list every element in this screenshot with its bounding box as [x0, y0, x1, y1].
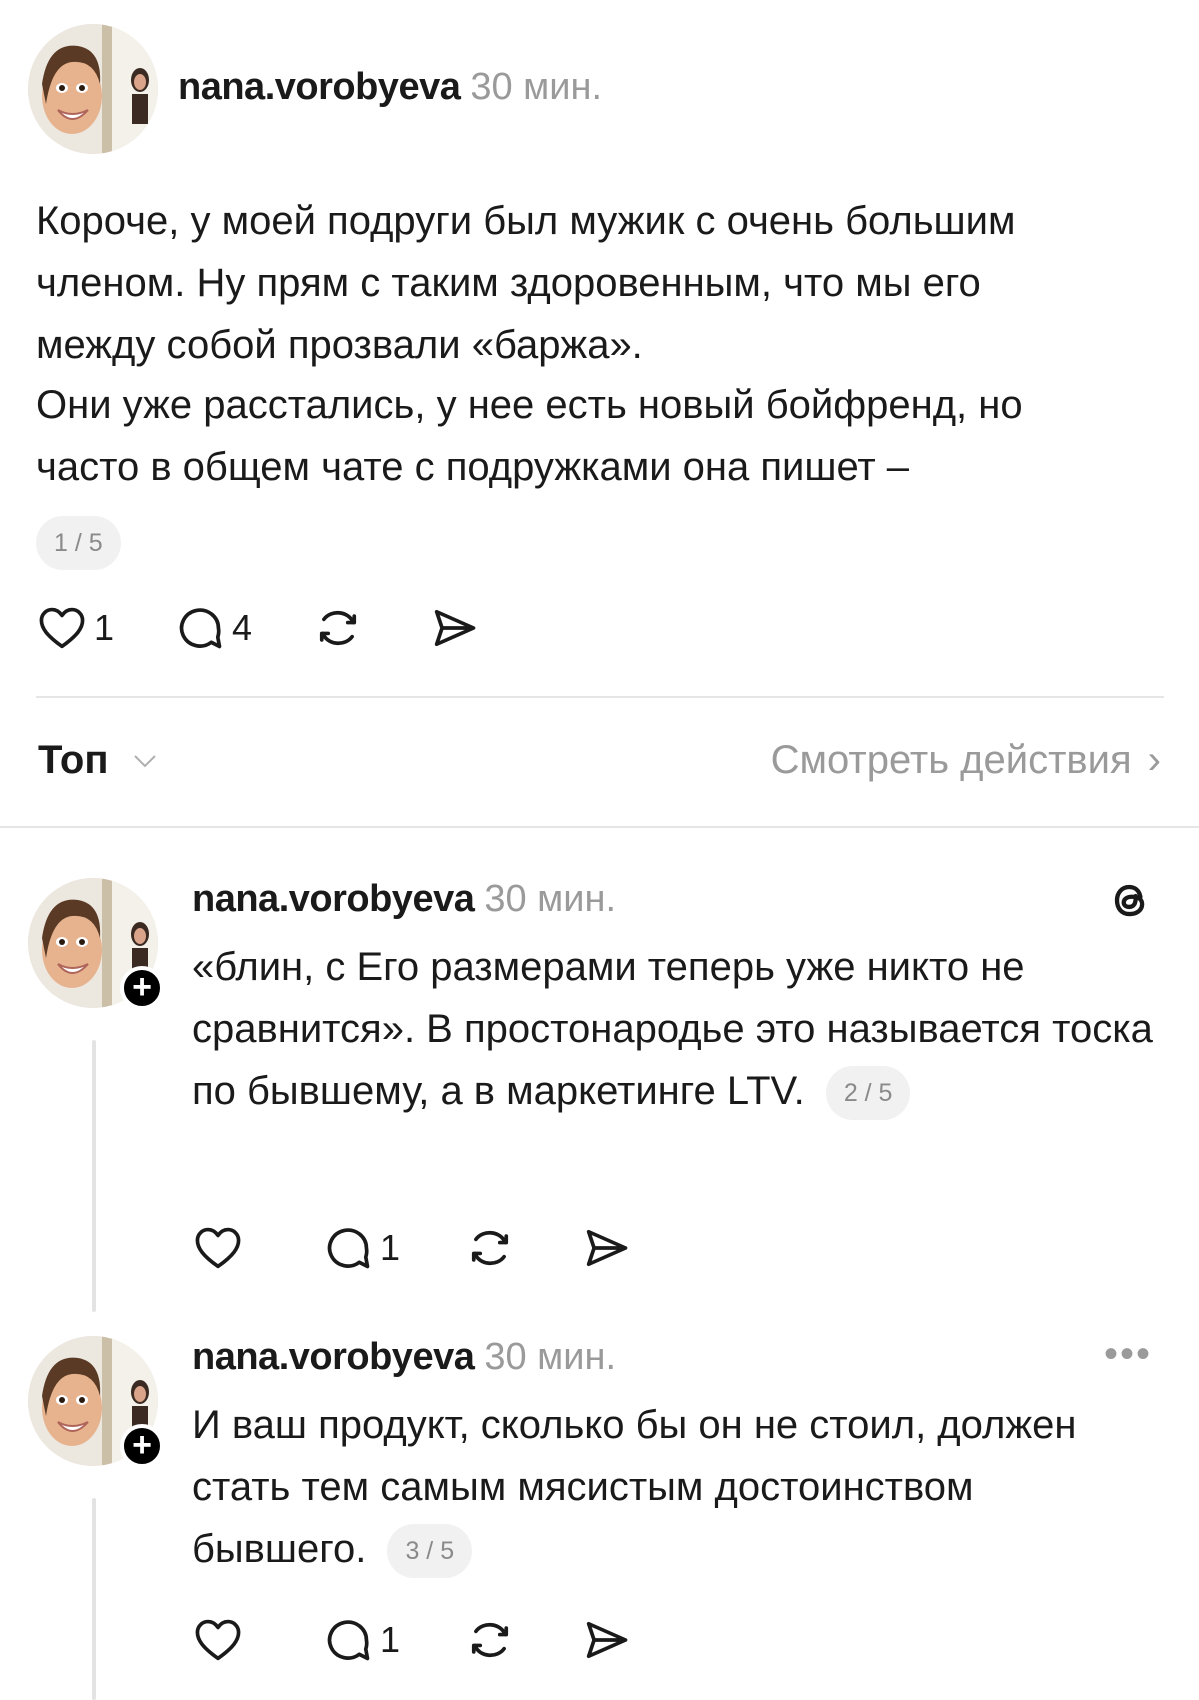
comment-count: 4	[232, 607, 253, 648]
avatar-photo	[28, 24, 158, 154]
reply-text: И ваш продукт, сколько бы он не стоил, д…	[192, 1403, 1077, 1571]
share-button[interactable]	[580, 1614, 632, 1666]
thread-counter-badge: 2 / 5	[825, 1066, 911, 1121]
heart-icon	[39, 607, 85, 649]
divider	[36, 696, 1164, 698]
chevron-down-icon[interactable]	[130, 746, 160, 776]
thread-line	[92, 1498, 96, 1700]
heart-icon	[195, 1619, 241, 1661]
repost-button[interactable]	[312, 602, 364, 654]
reply-header: nana.vorobyeva 30 мин.	[192, 878, 616, 921]
sort-row: Топ Смотреть действия ›	[38, 738, 1161, 794]
share-button[interactable]	[580, 1222, 632, 1274]
reply-time: 30 мин.	[484, 1336, 617, 1378]
post-paragraph: Они уже расстались, у нее есть новый бой…	[36, 383, 1023, 489]
comment-count: 1	[380, 1227, 401, 1268]
reply-body: «блин, с Его размерами теперь уже никто …	[192, 936, 1172, 1122]
repost-button[interactable]	[464, 1614, 516, 1666]
follow-plus-icon[interactable]: +	[120, 1424, 164, 1468]
like-count: 1	[94, 607, 115, 648]
divider	[0, 826, 1199, 828]
thread-counter-badge: 1 / 5	[36, 516, 121, 570]
repost-icon	[319, 610, 357, 646]
reply-body: И ваш продукт, сколько бы он не стоил, д…	[192, 1394, 1112, 1580]
like-button[interactable]: 1	[36, 602, 114, 654]
send-icon	[434, 609, 476, 647]
post-actions: 1 4	[36, 602, 532, 654]
post-time: 30 мин.	[470, 66, 603, 108]
more-icon[interactable]: •••	[1104, 1332, 1152, 1377]
reply-time: 30 мин.	[484, 878, 617, 920]
comment-button[interactable]: 4	[174, 602, 252, 654]
comment-button[interactable]: 1	[322, 1614, 400, 1666]
reply-actions: 1	[192, 1222, 684, 1274]
like-button[interactable]	[192, 1614, 250, 1666]
reply-text: «блин, с Его размерами теперь уже никто …	[192, 945, 1153, 1113]
share-button[interactable]	[428, 602, 480, 654]
follow-plus-icon[interactable]: +	[120, 966, 164, 1010]
send-icon	[586, 1621, 628, 1659]
reply-actions: 1	[192, 1614, 684, 1666]
like-button[interactable]	[192, 1222, 250, 1274]
username[interactable]: nana.vorobyeva	[192, 878, 475, 920]
comment-icon	[327, 1228, 370, 1269]
comment-icon	[179, 608, 222, 649]
send-icon	[586, 1229, 628, 1267]
repost-icon	[471, 1230, 509, 1266]
reply-header: nana.vorobyeva 30 мин.	[192, 1336, 616, 1379]
username[interactable]: nana.vorobyeva	[178, 66, 461, 108]
username[interactable]: nana.vorobyeva	[192, 1336, 475, 1378]
chevron-right-icon: ›	[1147, 738, 1161, 782]
sort-dropdown[interactable]: Топ	[38, 738, 109, 783]
comment-button[interactable]: 1	[322, 1222, 400, 1274]
comment-icon	[327, 1620, 370, 1661]
thread-counter-wrap: 1 / 5	[36, 516, 121, 570]
thread-counter-badge: 3 / 5	[387, 1524, 473, 1579]
repost-icon	[471, 1622, 509, 1658]
post-header: nana.vorobyeva 30 мин.	[178, 66, 602, 109]
threads-icon[interactable]	[1104, 874, 1156, 926]
heart-icon	[195, 1227, 241, 1269]
view-activity-link[interactable]: Смотреть действия ›	[771, 738, 1161, 783]
post-body: Короче, у моей подруги был мужик с очень…	[36, 190, 1156, 498]
post-paragraph: Короче, у моей подруги был мужик с очень…	[36, 199, 1016, 367]
avatar[interactable]	[28, 24, 158, 154]
repost-button[interactable]	[464, 1222, 516, 1274]
thread-line	[92, 1040, 96, 1312]
view-activity-label: Смотреть действия	[770, 738, 1132, 782]
comment-count: 1	[380, 1619, 401, 1660]
